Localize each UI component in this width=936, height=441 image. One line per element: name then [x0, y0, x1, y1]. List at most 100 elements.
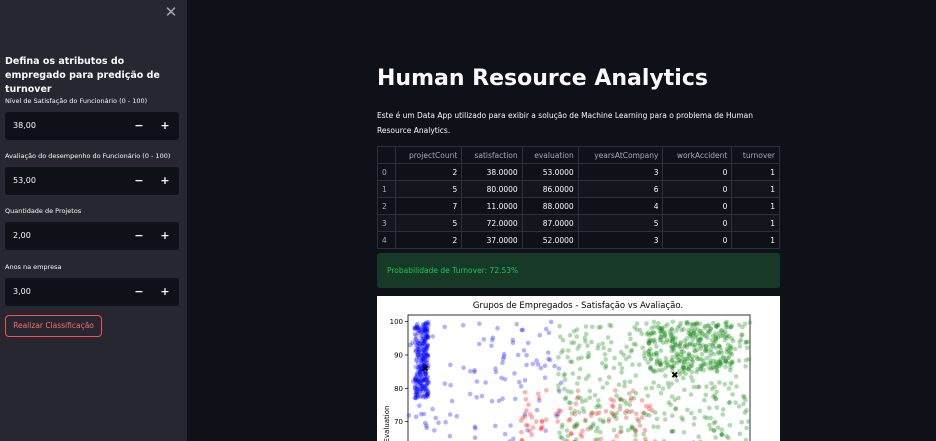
satisfaction-input[interactable]: 38,00 − + — [5, 112, 179, 140]
table-cell[interactable]: 2 — [377, 197, 396, 215]
scatter-point — [648, 338, 653, 344]
scatter-point — [416, 368, 421, 373]
table-cell[interactable]: 72.0000 — [461, 214, 523, 232]
scatter-point — [581, 409, 587, 414]
table-cell[interactable]: 53.0000 — [521, 163, 579, 181]
scatter-point — [629, 426, 634, 431]
scatter-point — [454, 414, 460, 419]
years-increment-button[interactable]: + — [155, 282, 175, 302]
scatter-point — [519, 327, 525, 333]
scatter-point — [496, 398, 502, 404]
scatter-point — [443, 420, 448, 425]
scatter-point — [606, 416, 612, 422]
column-header[interactable] — [377, 146, 396, 164]
evaluation-value[interactable]: 53,00 — [13, 176, 36, 185]
table-cell[interactable]: 6 — [577, 180, 664, 198]
scatter-point — [632, 324, 637, 330]
satisfaction-increment-button[interactable]: + — [155, 116, 175, 136]
column-header[interactable]: projectCount — [394, 146, 463, 164]
scatter-point — [545, 350, 551, 355]
table-cell[interactable]: 80.0000 — [461, 180, 523, 198]
scatter-point — [692, 415, 697, 421]
satisfaction-value[interactable]: 38,00 — [13, 121, 36, 130]
scatter-point — [737, 431, 743, 437]
scatter-point — [697, 408, 703, 414]
scatter-point — [701, 361, 707, 367]
years-input[interactable]: 3,00 − + — [5, 278, 179, 306]
scatter-point — [527, 428, 533, 434]
table-cell[interactable]: 4 — [377, 231, 396, 249]
table-cell[interactable]: 1 — [731, 180, 780, 198]
scatter-point — [623, 415, 629, 420]
table-cell[interactable]: 7 — [394, 197, 463, 215]
scatter-point — [447, 412, 453, 417]
evaluation-increment-button[interactable]: + — [155, 171, 175, 191]
table-cell[interactable]: 37.0000 — [461, 231, 523, 249]
scatter-point — [723, 364, 728, 369]
table-cell[interactable]: 1 — [731, 214, 780, 232]
evaluation-input[interactable]: 53,00 − + — [5, 167, 179, 195]
table-cell[interactable]: 38.0000 — [461, 163, 523, 181]
table-cell[interactable]: 0 — [377, 163, 396, 181]
scatter-point — [691, 329, 697, 334]
column-header[interactable]: evaluation — [521, 146, 579, 164]
years-value[interactable]: 3,00 — [13, 287, 31, 296]
scatter-point — [579, 355, 584, 361]
table-cell[interactable]: 3 — [577, 163, 664, 181]
scatter-point — [640, 345, 645, 350]
table-cell[interactable]: 0 — [662, 231, 733, 249]
scatter-point — [574, 327, 580, 332]
satisfaction-decrement-button[interactable]: − — [129, 116, 149, 136]
scatter-point — [583, 418, 588, 424]
table-cell[interactable]: 5 — [577, 214, 664, 232]
turnover-probability-alert: Probabilidade de Turnover: 72.53% — [377, 253, 780, 288]
table-cell[interactable]: 88.0000 — [521, 197, 579, 215]
table-cell[interactable]: 3 — [577, 231, 664, 249]
scatter-point — [422, 321, 428, 327]
table-cell[interactable]: 1 — [731, 163, 780, 181]
table-cell[interactable]: 11.0000 — [461, 197, 523, 215]
table-cell[interactable]: 0 — [662, 163, 733, 181]
scatter-point — [515, 352, 521, 358]
table-cell[interactable]: 1 — [731, 197, 780, 215]
column-header[interactable]: yearsAtCompany — [577, 146, 664, 164]
data-table[interactable]: projectCount satisfaction evaluation yea… — [377, 146, 780, 249]
scatter-point — [563, 395, 569, 400]
scatter-point — [489, 343, 494, 349]
evaluation-decrement-button[interactable]: − — [129, 171, 149, 191]
column-header[interactable]: turnover — [731, 146, 780, 164]
classify-button[interactable]: Realizar Classificação — [5, 315, 102, 337]
projects-increment-button[interactable]: + — [155, 226, 175, 246]
table-cell[interactable]: 2 — [394, 163, 463, 181]
table-cell[interactable]: 87.0000 — [521, 214, 579, 232]
table-cell[interactable]: 5 — [394, 214, 463, 232]
scatter-point — [571, 340, 577, 345]
scatter-point — [650, 368, 656, 373]
table-cell[interactable]: 4 — [577, 197, 664, 215]
scatter-point — [557, 430, 562, 435]
scatter-point — [663, 373, 668, 379]
years-decrement-button[interactable]: − — [129, 282, 149, 302]
table-cell[interactable]: 1 — [377, 180, 396, 198]
close-icon[interactable]: ✕ — [163, 4, 179, 20]
scatter-point — [447, 433, 453, 439]
scatter-point — [662, 411, 667, 416]
table-cell[interactable]: 5 — [394, 180, 463, 198]
table-cell[interactable]: 2 — [394, 231, 463, 249]
table-cell[interactable]: 1 — [731, 231, 780, 249]
projects-decrement-button[interactable]: − — [129, 226, 149, 246]
table-cell[interactable]: 52.0000 — [521, 231, 579, 249]
table-cell[interactable]: 0 — [662, 197, 733, 215]
projects-input[interactable]: 2,00 − + — [5, 222, 179, 250]
scatter-point — [460, 322, 466, 328]
column-header[interactable]: satisfaction — [461, 146, 523, 164]
column-header[interactable]: workAccident — [662, 146, 733, 164]
scatter-point — [742, 410, 748, 415]
table-cell[interactable]: 86.0000 — [521, 180, 579, 198]
table-cell[interactable]: 0 — [662, 180, 733, 198]
projects-value[interactable]: 2,00 — [13, 231, 31, 240]
table-cell[interactable]: 0 — [662, 214, 733, 232]
table-cell[interactable]: 3 — [377, 214, 396, 232]
scatter-point — [631, 396, 637, 401]
scatter-point — [630, 362, 635, 367]
